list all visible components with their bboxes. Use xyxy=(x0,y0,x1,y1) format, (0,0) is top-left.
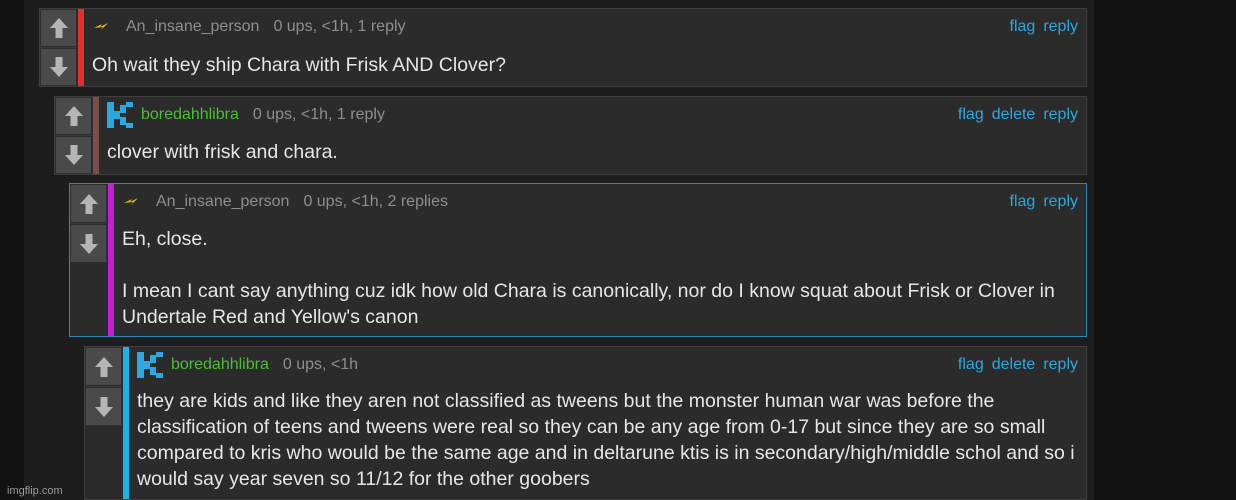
arrow-down-icon xyxy=(49,57,68,77)
comment-text: I mean I cant say anything cuz idk how o… xyxy=(122,280,1055,328)
comment-body: clover with frisk and chara. xyxy=(107,139,1076,165)
comment-header: boredahhlibra 0 ups, <1h, 1 reply flag d… xyxy=(107,102,1078,128)
pixel-avatar-icon xyxy=(137,352,163,378)
vote-controls xyxy=(70,184,107,263)
pixel-avatar-icon xyxy=(107,102,133,128)
reply-link[interactable]: reply xyxy=(1043,356,1078,374)
comment-2: boredahhlibra 0 ups, <1h, 1 reply flag d… xyxy=(54,96,1087,175)
thread-depth-bar xyxy=(78,9,84,86)
comment-header: An_insane_person 0 ups, <1h, 1 reply fla… xyxy=(92,15,1078,39)
arrow-down-icon xyxy=(79,233,98,254)
comment-4: boredahhlibra 0 ups, <1h flag delete rep… xyxy=(84,346,1087,500)
flag-link[interactable]: flag xyxy=(958,356,984,374)
comment-text: Eh, close. xyxy=(122,228,208,250)
avatar[interactable] xyxy=(107,102,135,128)
username-link[interactable]: boredahhlibra xyxy=(171,356,269,374)
delete-link[interactable]: delete xyxy=(992,356,1036,374)
comment-body: Oh wait they ship Chara with Frisk AND C… xyxy=(92,52,1076,78)
flag-link[interactable]: flag xyxy=(958,106,984,124)
flag-link[interactable]: flag xyxy=(1010,18,1036,36)
downvote-button[interactable] xyxy=(55,136,92,174)
username-link[interactable]: boredahhlibra xyxy=(141,106,239,124)
arrow-down-icon xyxy=(94,396,113,417)
downvote-button[interactable] xyxy=(85,387,122,426)
left-background-strip xyxy=(0,0,24,500)
avatar[interactable] xyxy=(92,14,120,40)
comment-actions: flag reply xyxy=(1010,18,1078,36)
upvote-button[interactable] xyxy=(85,347,122,386)
downvote-button[interactable] xyxy=(70,224,107,263)
comment-body: Eh, close. I mean I cant say anything cu… xyxy=(122,226,1076,330)
reply-link[interactable]: reply xyxy=(1043,193,1078,211)
arrow-up-icon xyxy=(64,106,83,126)
comment-meta: 0 ups, <1h, 1 reply xyxy=(273,18,406,35)
downvote-button[interactable] xyxy=(40,48,77,86)
comment-text: Oh wait they ship Chara with Frisk AND C… xyxy=(92,54,506,76)
delete-link[interactable]: delete xyxy=(992,106,1036,124)
comment-3: An_insane_person 0 ups, <1h, 2 replies f… xyxy=(69,183,1087,337)
comment-actions: flag reply xyxy=(1010,193,1078,211)
comment-text: clover with frisk and chara. xyxy=(107,141,338,163)
comment-actions: flag delete reply xyxy=(958,356,1078,374)
comment-meta: 0 ups, <1h, 1 reply xyxy=(252,106,385,123)
vote-controls xyxy=(40,9,77,86)
reply-link[interactable]: reply xyxy=(1043,106,1078,124)
vote-controls xyxy=(85,347,122,426)
avatar[interactable] xyxy=(137,352,165,378)
lightning-icon xyxy=(94,23,108,30)
comment-actions: flag delete reply xyxy=(958,106,1078,124)
imgflip-watermark: imgflip.com xyxy=(7,485,63,497)
upvote-button[interactable] xyxy=(70,184,107,223)
comment-body: they are kids and like they aren not cla… xyxy=(137,388,1076,492)
username-link[interactable]: An_insane_person xyxy=(156,193,289,211)
lightning-icon xyxy=(124,198,138,205)
comment-meta: 0 ups, <1h, 2 replies xyxy=(303,193,448,210)
upvote-button[interactable] xyxy=(40,9,77,47)
comment-text: they are kids and like they aren not cla… xyxy=(137,390,1075,490)
right-background-strip xyxy=(1094,0,1236,500)
thread-depth-bar xyxy=(108,184,114,336)
comment-header: boredahhlibra 0 ups, <1h flag delete rep… xyxy=(137,352,1078,378)
thread-depth-bar xyxy=(93,97,99,174)
avatar[interactable] xyxy=(122,189,150,215)
arrow-up-icon xyxy=(79,193,98,214)
flag-link[interactable]: flag xyxy=(1010,193,1036,211)
comment-meta: 0 ups, <1h xyxy=(282,356,359,373)
arrow-up-icon xyxy=(94,356,113,377)
username-link[interactable]: An_insane_person xyxy=(126,18,259,36)
arrow-up-icon xyxy=(49,18,68,38)
reply-link[interactable]: reply xyxy=(1043,18,1078,36)
upvote-button[interactable] xyxy=(55,97,92,135)
comment-header: An_insane_person 0 ups, <1h, 2 replies f… xyxy=(122,190,1078,214)
arrow-down-icon xyxy=(64,145,83,165)
vote-controls xyxy=(55,97,92,174)
comment-1: An_insane_person 0 ups, <1h, 1 reply fla… xyxy=(39,8,1087,87)
thread-depth-bar xyxy=(123,347,129,499)
